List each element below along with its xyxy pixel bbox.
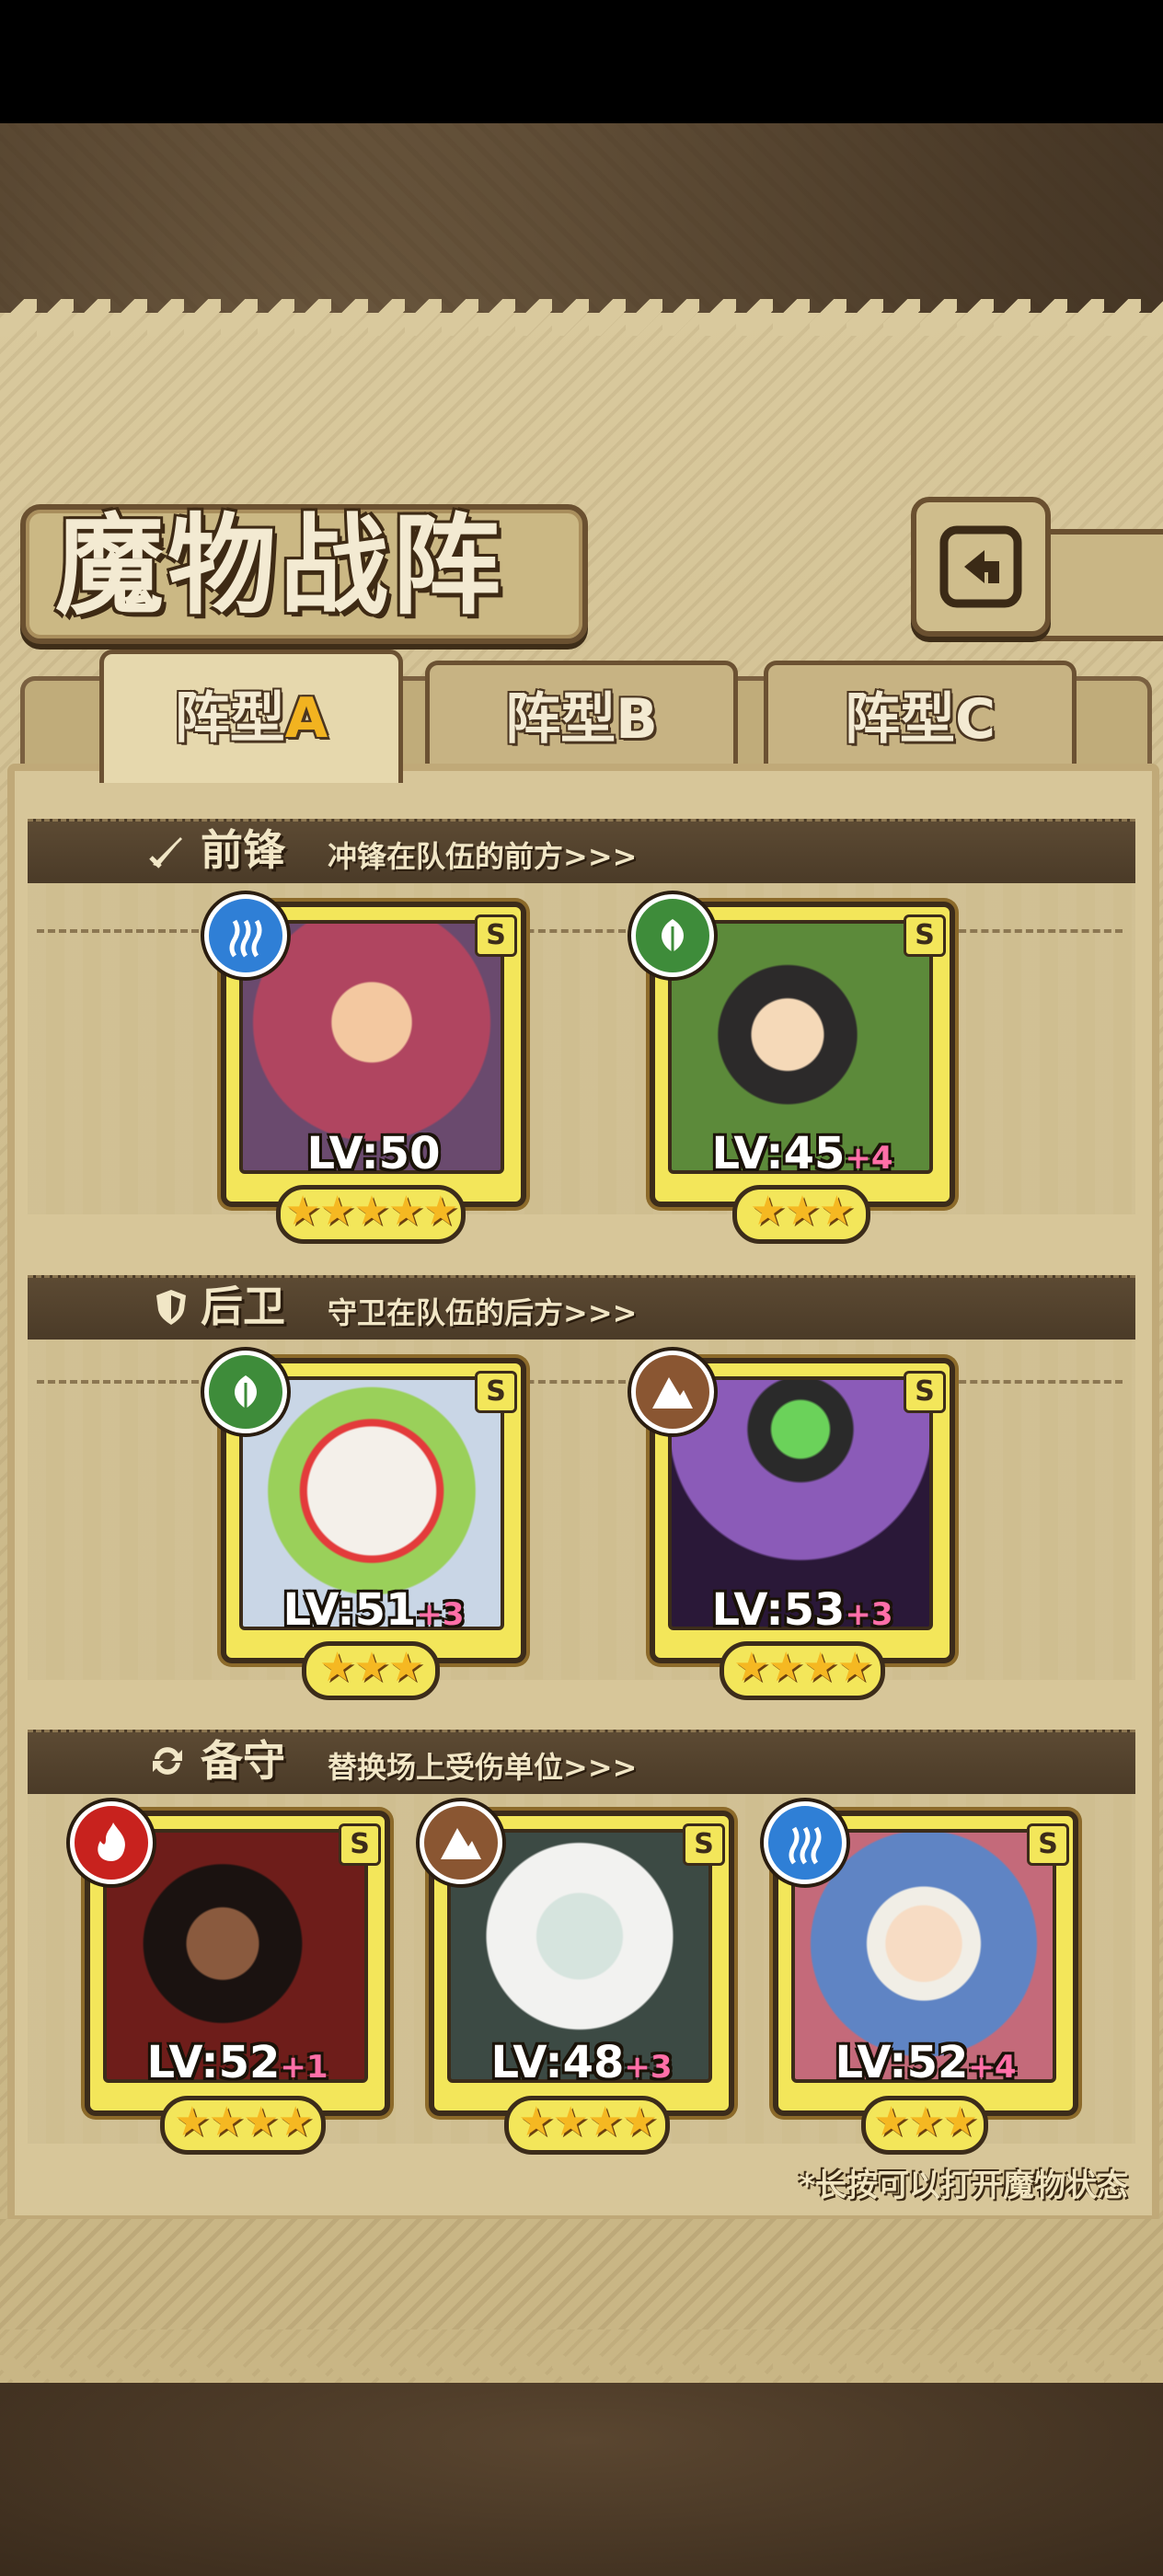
panel-bottom-band	[0, 2219, 1163, 2329]
sword-icon	[149, 837, 182, 868]
tab-formation-b[interactable]: 阵型B	[425, 661, 738, 774]
level-text: LV:51	[282, 1584, 417, 1636]
monster-level: LV:50	[226, 1128, 521, 1179]
star-rating: ★★★★	[504, 2096, 670, 2155]
back-button[interactable]	[911, 497, 1051, 637]
page-title: 魔物战阵	[55, 501, 505, 629]
monster-level: LV:45+4	[655, 1128, 950, 1179]
wood-element-icon	[631, 894, 714, 977]
tab-formation-a[interactable]: 阵型A	[99, 650, 403, 783]
rank-badge: S	[904, 1371, 946, 1413]
level-bonus: +1	[280, 2049, 328, 2086]
monster-level: LV:51+3	[226, 1584, 521, 1636]
row-divider	[948, 929, 1123, 933]
monster-level: LV:52+4	[778, 2037, 1073, 2088]
wood-element-icon	[204, 1351, 287, 1433]
tab-letter: A	[284, 686, 328, 751]
rank-badge: S	[475, 914, 517, 957]
status-bar	[0, 0, 1163, 123]
section-desc: 守卫在队伍的后方>>>	[328, 1295, 638, 1330]
background-map-bottom	[0, 2383, 1163, 2576]
row-divider	[948, 1380, 1123, 1384]
fire-element-icon	[70, 1801, 153, 1884]
level-text: LV:45	[711, 1128, 846, 1179]
section-title: 后卫	[201, 1282, 285, 1331]
section-desc: 冲锋在队伍的前方>>>	[328, 839, 638, 874]
tab-label: 阵型	[505, 687, 616, 752]
star-rating: ★★★	[861, 2096, 988, 2155]
panel-torn-edge-top	[0, 299, 1163, 336]
tab-letter: C	[954, 687, 996, 752]
row-rearguard	[28, 1340, 1135, 1680]
level-bonus: +3	[624, 2049, 673, 2086]
level-text: LV:52	[146, 2037, 281, 2088]
row-divider	[37, 1380, 221, 1384]
star-rating: ★★★★	[720, 1641, 885, 1700]
star-rating: ★★★	[732, 1185, 870, 1244]
earth-element-icon	[631, 1351, 714, 1433]
rank-badge: S	[683, 1823, 725, 1866]
level-bonus: +3	[845, 1596, 893, 1633]
rank-badge: S	[1027, 1823, 1069, 1866]
tab-formation-c[interactable]: 阵型C	[764, 661, 1077, 774]
section-title: 前锋	[201, 825, 285, 875]
section-desc: 替换场上受伤单位>>>	[328, 1750, 638, 1785]
level-text: LV:53	[711, 1584, 846, 1636]
monster-level: LV:48+3	[434, 2037, 729, 2088]
row-divider	[37, 929, 221, 933]
rank-badge: S	[904, 914, 946, 957]
tab-letter: B	[616, 687, 658, 752]
swap-icon	[153, 1747, 182, 1775]
tab-label: 阵型	[174, 686, 285, 751]
rank-badge: S	[339, 1823, 381, 1866]
row-vanguard	[28, 883, 1135, 1214]
section-title: 备守	[201, 1736, 285, 1786]
star-rating: ★★★	[302, 1641, 440, 1700]
level-text: LV:48	[490, 2037, 625, 2088]
water-element-icon	[764, 1801, 846, 1884]
level-bonus: +4	[845, 1140, 893, 1177]
star-rating: ★★★★★	[276, 1185, 466, 1244]
earth-element-icon	[420, 1801, 502, 1884]
level-bonus: +3	[416, 1596, 465, 1633]
level-text: LV:52	[835, 2037, 969, 2088]
level-text: LV:50	[306, 1128, 441, 1179]
row-divider	[515, 929, 626, 933]
back-button-rail	[1038, 529, 1163, 641]
star-rating: ★★★★	[160, 2096, 326, 2155]
return-icon	[939, 525, 1022, 608]
monster-level: LV:53+3	[655, 1584, 950, 1636]
shield-icon	[156, 1290, 186, 1325]
water-element-icon	[204, 894, 287, 977]
tab-label: 阵型	[844, 687, 955, 752]
row-divider	[515, 1380, 626, 1384]
level-bonus: +4	[968, 2049, 1017, 2086]
monster-level: LV:52+1	[90, 2037, 385, 2088]
rank-badge: S	[475, 1371, 517, 1413]
long-press-hint: *长按可以打开魔物状态	[799, 2168, 1128, 2204]
